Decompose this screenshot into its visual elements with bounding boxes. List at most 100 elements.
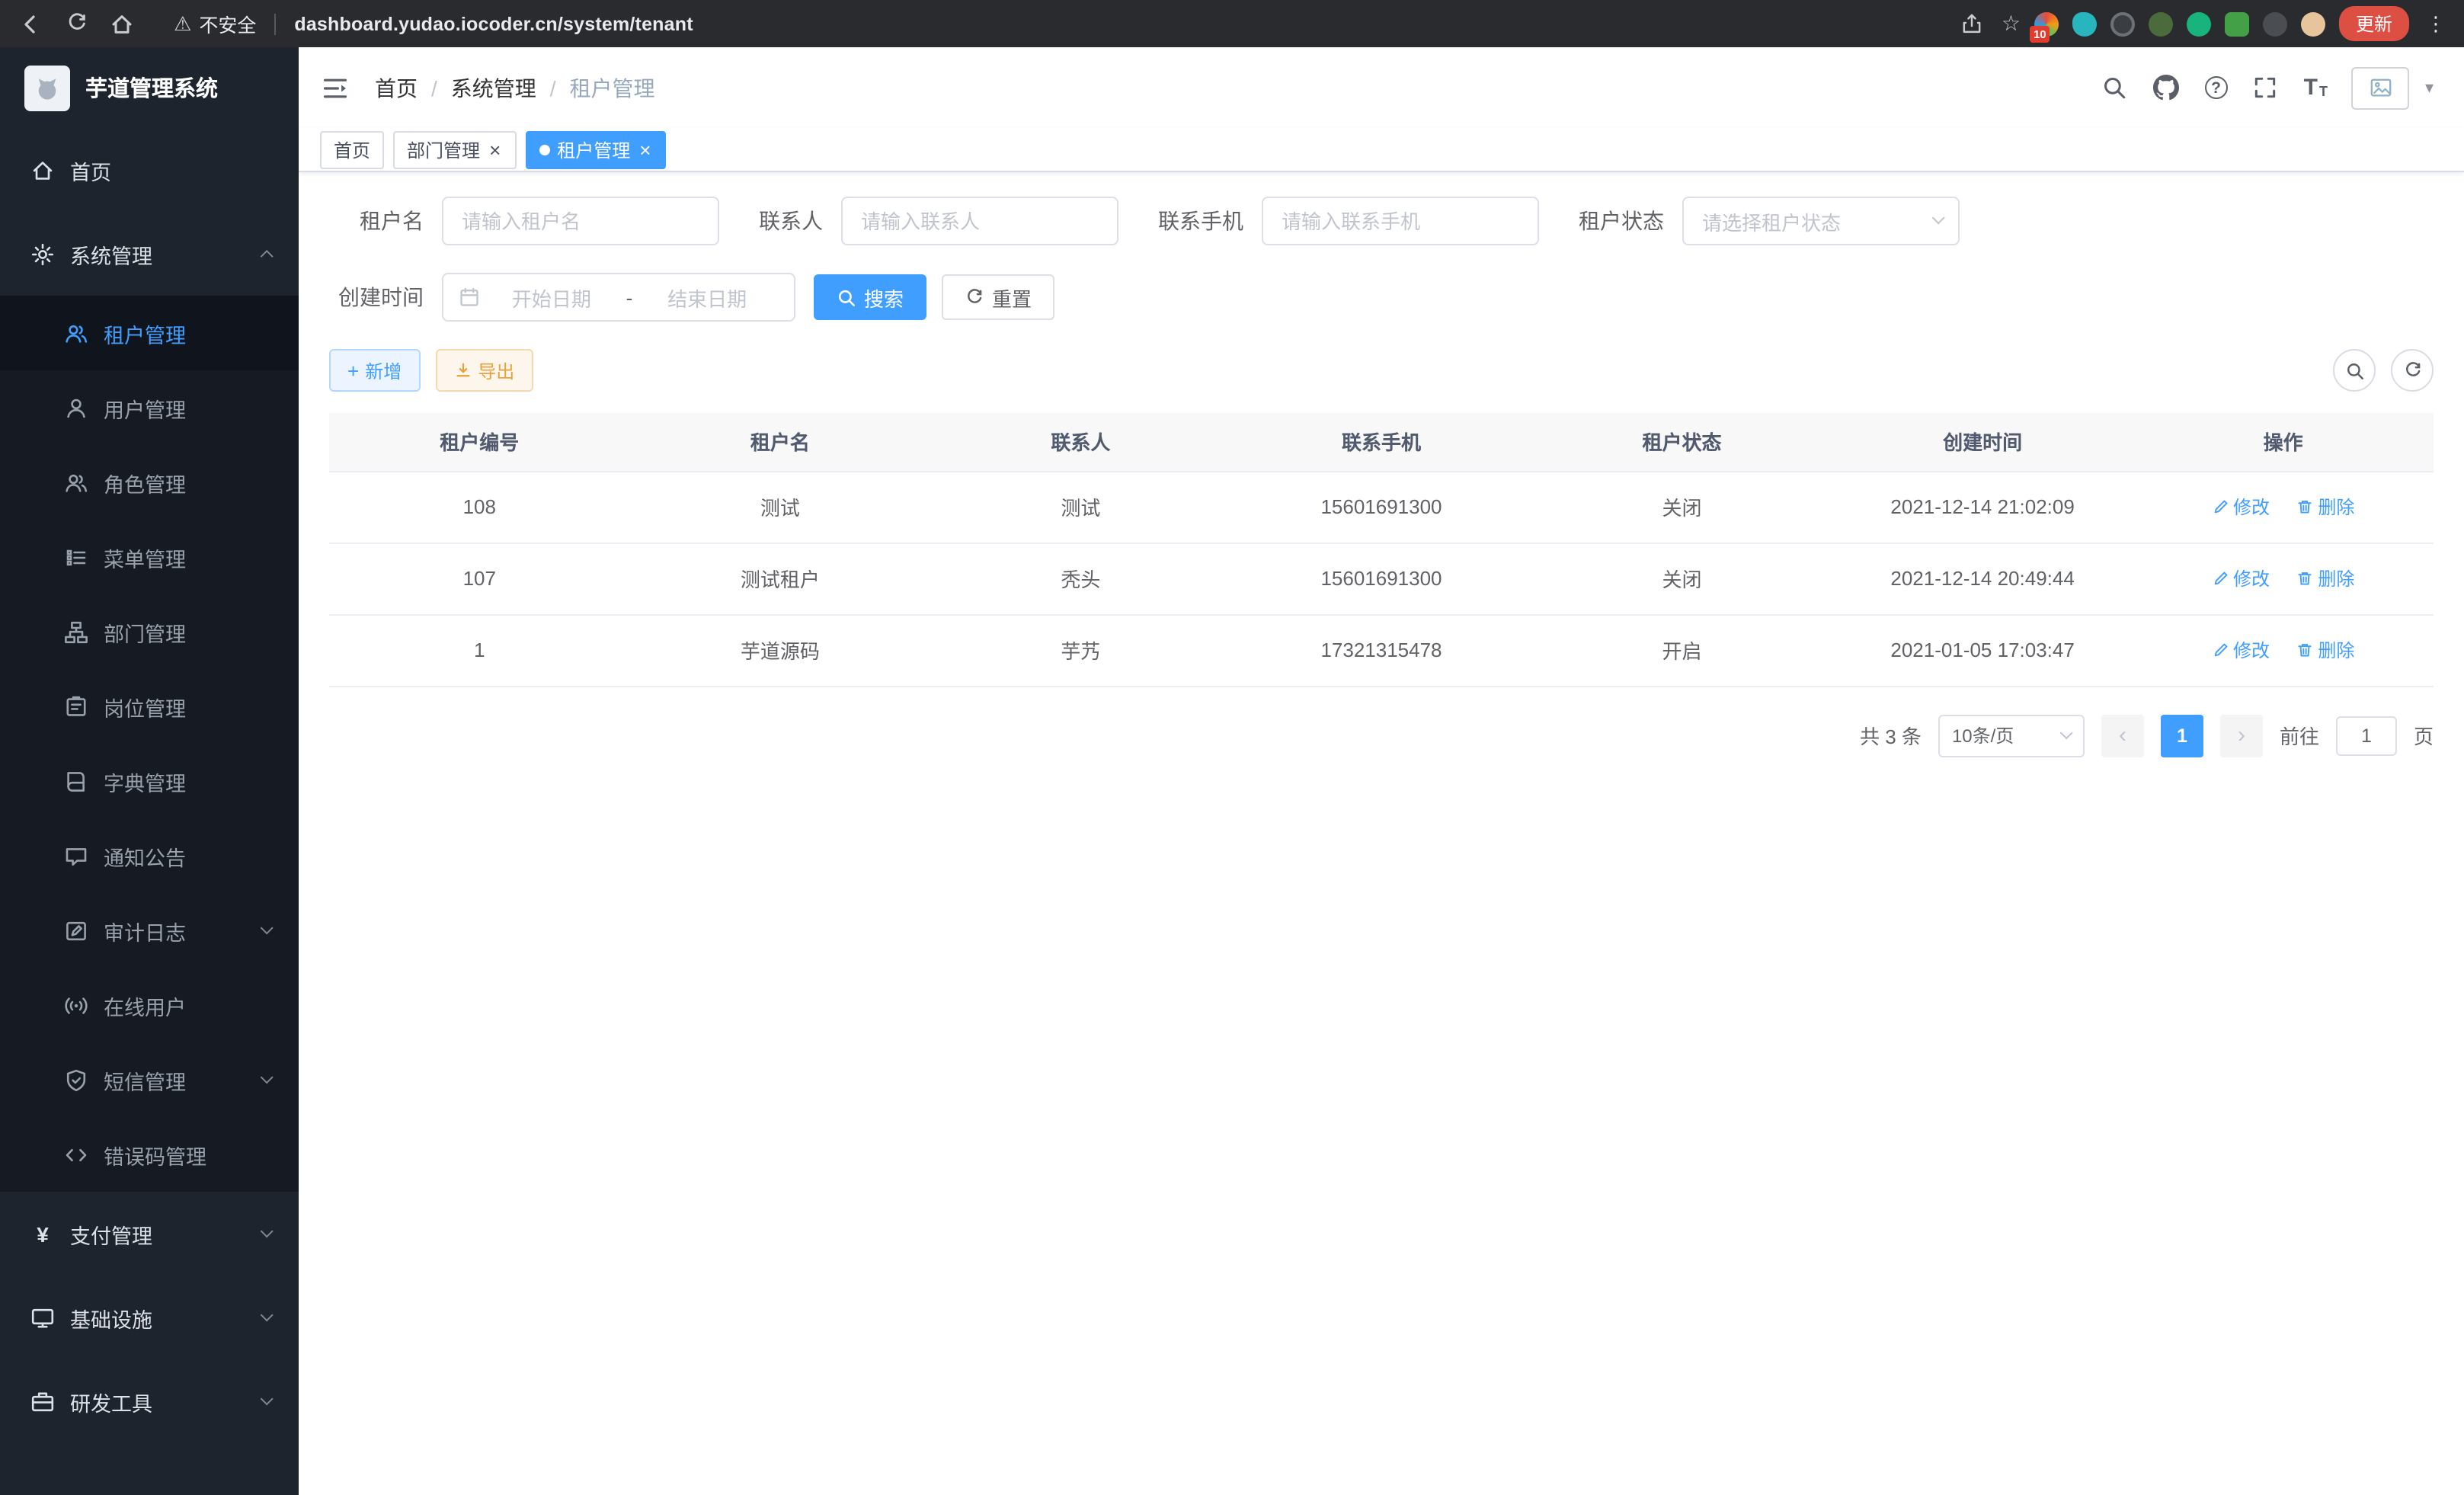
search-button[interactable]: 搜索	[814, 274, 926, 320]
org-tree-icon	[64, 619, 88, 644]
extension-icon-8[interactable]	[2301, 11, 2325, 36]
extension-icon-2[interactable]	[2072, 11, 2097, 36]
breadcrumb-home[interactable]: 首页	[375, 72, 418, 103]
book-icon	[64, 769, 88, 793]
monitor-icon	[30, 1305, 55, 1330]
browser-menu-icon[interactable]: ⋮	[2423, 11, 2449, 36]
sidebar-item-audit-log[interactable]: 审计日志	[0, 893, 299, 968]
sidebar-item-tenant-management[interactable]: 租户管理	[0, 296, 299, 370]
create-time-label: 创建时间	[329, 282, 424, 312]
sidebar-item-notice[interactable]: 通知公告	[0, 818, 299, 893]
page-unit-label: 页	[2414, 721, 2434, 750]
avatar[interactable]	[2352, 66, 2410, 109]
tenant-name-input[interactable]	[442, 197, 719, 245]
close-icon[interactable]: ×	[488, 139, 502, 159]
share-icon[interactable]	[1957, 8, 1988, 39]
delete-link[interactable]: 删除	[2296, 637, 2354, 663]
home-icon[interactable]	[107, 8, 137, 39]
goto-page-input[interactable]	[2336, 715, 2397, 755]
users-icon	[64, 470, 88, 495]
sidebar-toggle-icon[interactable]	[320, 72, 350, 103]
page-1-button[interactable]: 1	[2161, 714, 2203, 757]
user-icon	[64, 395, 88, 420]
home-icon	[30, 158, 55, 182]
tab-home[interactable]: 首页	[320, 130, 384, 168]
shield-icon	[64, 1068, 88, 1092]
bookmark-star-icon[interactable]: ☆	[2002, 11, 2021, 37]
sidebar-item-home[interactable]: 首页	[0, 128, 299, 212]
contact-input[interactable]	[841, 197, 1118, 245]
phone-input[interactable]	[1262, 197, 1539, 245]
divider	[274, 13, 276, 34]
extension-icon-1[interactable]: 10	[2034, 11, 2059, 36]
export-button[interactable]: 导出	[435, 349, 533, 392]
close-icon[interactable]: ×	[638, 139, 652, 159]
sidebar-item-label: 通知公告	[104, 840, 186, 871]
sidebar-item-label: 错误码管理	[104, 1139, 206, 1170]
security-indicator[interactable]: ⚠ 不安全	[174, 9, 256, 38]
cell-created: 2021-12-14 20:49:44	[1832, 543, 2133, 614]
cell-name: 测试租户	[630, 543, 931, 614]
search-icon[interactable]	[2101, 74, 2129, 101]
sidebar-item-label: 系统管理	[70, 238, 152, 269]
sidebar-item-menu-management[interactable]: 菜单管理	[0, 520, 299, 594]
edit-link[interactable]: 修改	[2212, 637, 2270, 663]
prev-page-button[interactable]: ‹	[2101, 714, 2144, 757]
sidebar-item-dev-tools[interactable]: 研发工具	[0, 1359, 299, 1443]
edit-link[interactable]: 修改	[2212, 565, 2270, 591]
refresh-button[interactable]	[2391, 349, 2434, 392]
caret-down-icon[interactable]: ▾	[2425, 78, 2434, 98]
reset-button[interactable]: 重置	[942, 274, 1054, 320]
github-icon[interactable]	[2153, 74, 2181, 101]
calendar-icon	[459, 287, 480, 308]
sidebar-item-label: 租户管理	[104, 318, 186, 348]
delete-link[interactable]: 删除	[2296, 565, 2354, 591]
address-bar[interactable]: dashboard.yudao.iocoder.cn/system/tenant	[294, 13, 693, 34]
sidebar-item-post-management[interactable]: 岗位管理	[0, 669, 299, 744]
sidebar-item-online-users[interactable]: 在线用户	[0, 968, 299, 1042]
sidebar-item-sms-management[interactable]: 短信管理	[0, 1042, 299, 1117]
cell-actions: 修改 删除	[2133, 471, 2434, 543]
status-placeholder: 请选择租户状态	[1702, 206, 1841, 235]
extension-icon-3[interactable]	[2110, 11, 2135, 36]
sidebar-item-payment-management[interactable]: ¥ 支付管理	[0, 1192, 299, 1276]
extension-icon-5[interactable]	[2187, 11, 2211, 36]
add-button[interactable]: + 新增	[329, 349, 420, 392]
sidebar-item-dict-management[interactable]: 字典管理	[0, 744, 299, 818]
breadcrumb-system[interactable]: 系统管理	[451, 72, 536, 103]
extension-icon-7[interactable]	[2263, 11, 2287, 36]
table-row: 108 测试 测试 15601691300 关闭 2021-12-14 21:0…	[329, 471, 2434, 543]
sidebar-item-label: 部门管理	[104, 616, 186, 647]
logo[interactable]: 芋道管理系统	[0, 47, 299, 128]
next-page-button[interactable]: ›	[2220, 714, 2263, 757]
page-size-select[interactable]: 10条/页	[1938, 714, 2085, 757]
fullscreen-icon[interactable]	[2252, 74, 2280, 101]
sidebar-item-system-management[interactable]: 系统管理	[0, 212, 299, 296]
tab-dept-management[interactable]: 部门管理 ×	[393, 130, 516, 168]
font-size-icon[interactable]: TT	[2304, 76, 2328, 99]
status-select[interactable]: 请选择租户状态	[1682, 197, 1960, 245]
sidebar-item-error-code-management[interactable]: 错误码管理	[0, 1117, 299, 1192]
sidebar-item-dept-management[interactable]: 部门管理	[0, 594, 299, 669]
extension-badge: 10	[2030, 26, 2050, 42]
signal-icon	[64, 993, 88, 1017]
reload-icon[interactable]	[61, 8, 91, 39]
edit-link[interactable]: 修改	[2212, 494, 2270, 520]
tab-label: 租户管理	[557, 136, 630, 162]
extension-icon-6[interactable]	[2225, 11, 2249, 36]
sidebar-item-user-management[interactable]: 用户管理	[0, 370, 299, 445]
help-icon[interactable]: ?	[2205, 76, 2228, 99]
sidebar-item-label: 研发工具	[70, 1386, 152, 1417]
toggle-search-button[interactable]	[2333, 349, 2376, 392]
pagination-total: 共 3 条	[1860, 721, 1922, 750]
extension-icon-4[interactable]	[2149, 11, 2173, 36]
cell-phone: 15601691300	[1231, 471, 1532, 543]
sidebar-item-infrastructure[interactable]: 基础设施	[0, 1276, 299, 1359]
sidebar-item-role-management[interactable]: 角色管理	[0, 445, 299, 520]
tab-tenant-management[interactable]: 租户管理 ×	[525, 130, 666, 168]
delete-link[interactable]: 删除	[2296, 494, 2354, 520]
plus-icon: +	[347, 360, 359, 380]
browser-update-button[interactable]: 更新	[2339, 6, 2409, 41]
create-time-range-picker[interactable]: 开始日期 - 结束日期	[442, 273, 795, 322]
back-icon[interactable]	[15, 8, 46, 39]
